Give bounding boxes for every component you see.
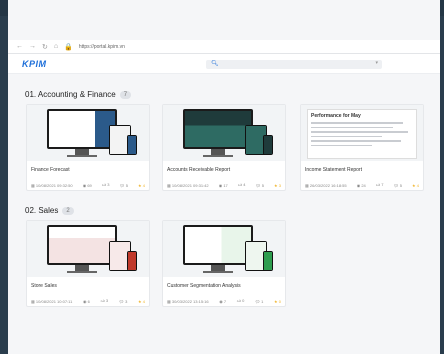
star-icon: ★ [138,182,142,188]
comments-count[interactable]: 💬︎ 5 [394,183,402,188]
comment-icon: 💬︎ [254,298,261,304]
rating: ★ 3 [274,182,281,188]
date-label: ▦ 10/08/2021 09:32:50 [31,182,73,188]
report-thumbnail [163,105,285,161]
thumbs-up-icon: 👍︎ [236,298,241,303]
star-icon: ★ [138,298,142,304]
eye-icon: ◉ [356,182,361,188]
card-meta: ▦ 26/03/2022 16:18:55 ◉ 24 👍︎ 7 💬︎ 5 ★ 4 [305,182,419,188]
phone-image [127,251,137,271]
kpim-logo[interactable]: KPIM [22,59,47,69]
thumbs-up-icon: 👍︎ [375,182,381,187]
document-preview: Performance for May [307,109,417,159]
report-card[interactable]: Finance Forecast ▦ 10/08/2021 09:32:50 ◉… [26,104,150,191]
views-count: ◉ 6 [83,298,90,304]
thumbs-up-icon: 👍︎ [100,298,105,303]
eye-icon: ◉ [218,182,223,188]
report-card[interactable]: Accounts Receivable Report ▦ 10/08/2021 … [162,104,286,191]
url-text[interactable]: https://portal.kpim.vn [79,44,125,50]
calendar-icon: ▦ [31,182,35,188]
search-input[interactable]: 🔍︎ ▾ [206,60,382,69]
card-title[interactable]: Customer Segmentation Analysis [167,283,241,289]
forward-icon[interactable]: → [29,43,36,50]
section-count-badge: 7 [119,90,132,99]
monitor-image [183,109,253,149]
section-heading: 02. Sales [25,206,59,215]
report-thumbnail: Performance for May [301,105,423,161]
comment-icon: 💬︎ [255,182,261,188]
likes-count[interactable]: 👍︎ 7 [376,182,384,188]
app-header: KPIM 🔍︎ ▾ [8,54,440,74]
rating: ★ 0 [274,298,281,304]
card-title[interactable]: Finance Forecast [31,167,70,173]
report-thumbnail [27,221,149,277]
comment-icon: 💬︎ [119,182,125,188]
likes-count[interactable]: 👍︎ 0 [237,298,245,304]
lock-icon: 🔒 [64,43,73,51]
phone-image [263,251,273,271]
section-count-badge: 2 [62,206,74,215]
back-icon[interactable]: ← [16,43,23,50]
star-icon: ★ [412,182,416,188]
phone-image [127,135,137,155]
chevron-down-icon[interactable]: ▾ [375,60,378,66]
likes-count[interactable]: 👍︎ 4 [238,182,246,188]
report-thumbnail [27,105,149,161]
comments-count[interactable]: 💬︎ 3 [119,299,127,304]
views-count: ◉ 24 [356,182,366,188]
phone-image [263,135,273,155]
document-heading: Performance for May [311,113,361,119]
card-title[interactable]: Income Statement Report [305,167,362,173]
section-title: 02. Sales 2 [25,206,74,215]
report-card[interactable]: Performance for May Income Statement Rep… [300,104,424,191]
eye-icon: ◉ [219,298,223,304]
search-icon: 🔍︎ [211,61,219,67]
card-title[interactable]: Accounts Receivable Report [167,167,230,173]
home-icon[interactable]: ⌂ [54,43,58,50]
reload-icon[interactable]: ↻ [42,43,48,51]
rating: ★ 4 [412,182,419,188]
star-icon: ★ [274,298,278,304]
monitor-image [183,225,253,265]
rating: ★ 4 [138,298,145,304]
rating: ★ 4 [138,182,145,188]
report-card[interactable]: Store Sales ▦ 10/08/2021 10:07:11 ◉ 6 👍︎… [26,220,150,307]
date-label: ▦ 10/08/2021 09:31:42 [167,182,209,188]
likes-count[interactable]: 👍︎ 3 [101,298,109,304]
calendar-icon: ▦ [31,298,35,304]
comments-count[interactable]: 💬︎ 1 [255,299,263,304]
thumbs-up-icon: 👍︎ [237,182,243,187]
comment-icon: 💬︎ [393,182,399,188]
card-meta: ▦ 10/08/2021 09:31:42 ◉ 17 👍︎ 4 💬︎ 5 ★ 3 [167,182,281,188]
date-label: ▦ 26/03/2022 16:18:55 [305,182,347,188]
section-title: 01. Accounting & Finance 7 [25,90,132,99]
report-card[interactable]: Customer Segmentation Analysis ▦ 30/03/2… [162,220,286,307]
comments-count[interactable]: 💬︎ 5 [256,183,264,188]
views-count: ◉ 7 [219,298,227,304]
eye-icon: ◉ [83,298,87,304]
likes-count[interactable]: 👍︎ 3 [102,182,110,188]
card-meta: ▦ 30/03/2022 13:15:16 ◉ 7 👍︎ 0 💬︎ 1 ★ 0 [167,298,281,304]
date-label: ▦ 10/08/2021 10:07:11 [31,298,73,304]
card-meta: ▦ 10/08/2021 09:32:50 ◉ 69 👍︎ 3 💬︎ 5 ★ 4 [31,182,145,188]
report-thumbnail [163,221,285,277]
date-label: ▦ 30/03/2022 13:15:16 [167,298,209,304]
calendar-icon: ▦ [167,182,171,188]
card-title[interactable]: Store Sales [31,283,57,289]
monitor-image [47,225,117,265]
eye-icon: ◉ [82,182,87,188]
calendar-icon: ▦ [167,298,171,304]
browser-bar: ← → ↻ ⌂ 🔒 https://portal.kpim.vn [8,40,440,54]
thumbs-up-icon: 👍︎ [101,182,107,187]
calendar-icon: ▦ [305,182,309,188]
comment-icon: 💬︎ [118,298,124,304]
card-meta: ▦ 10/08/2021 10:07:11 ◉ 6 👍︎ 3 💬︎ 3 ★ 4 [31,298,145,304]
comments-count[interactable]: 💬︎ 5 [120,183,128,188]
views-count: ◉ 17 [218,182,228,188]
star-icon: ★ [274,182,278,188]
views-count: ◉ 69 [82,182,92,188]
monitor-image [47,109,117,149]
section-heading: 01. Accounting & Finance [25,90,116,99]
